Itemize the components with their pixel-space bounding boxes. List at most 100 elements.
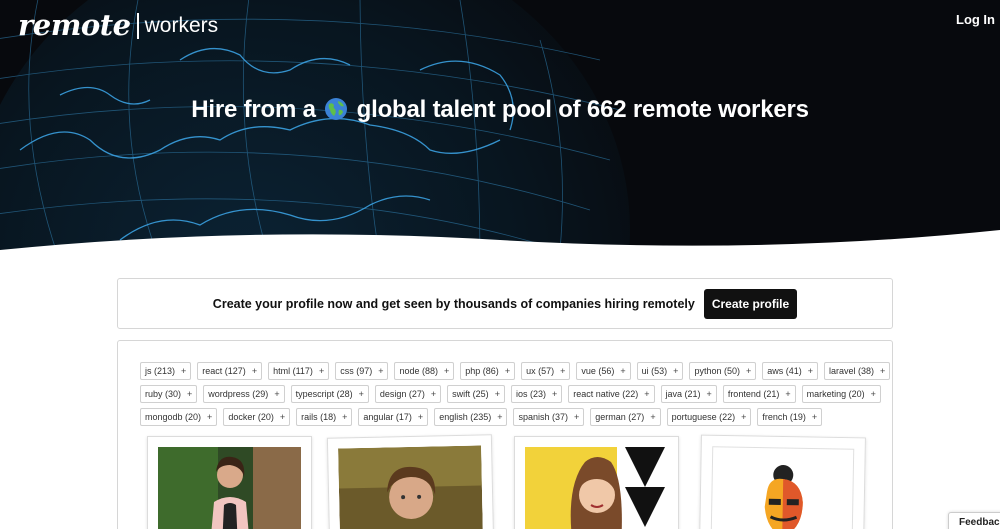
skill-tag[interactable]: react (127) + <box>197 362 263 380</box>
skill-tag[interactable]: mongodb (20) + <box>140 408 218 426</box>
skill-tag[interactable]: wordpress (29) + <box>203 385 285 403</box>
skill-tag[interactable]: typescript (28) + <box>290 385 369 403</box>
skill-tag-label: ios (23) <box>515 389 546 399</box>
tag-filter-list: js (213) + react (127) + html (117) + css (97)… <box>140 362 891 431</box>
skill-tag[interactable]: css (97) + <box>335 362 389 380</box>
skill-tag-label: php (86) <box>465 366 499 376</box>
add-tag-icon: + <box>358 389 364 399</box>
login-link[interactable]: Log In <box>956 12 995 27</box>
add-tag-icon: + <box>181 366 187 376</box>
tag-row: js (213) + react (127) + html (117) + css (97)… <box>140 362 891 380</box>
skill-tag[interactable]: marketing (20) + <box>801 385 881 403</box>
add-tag-icon: + <box>444 366 450 376</box>
skill-tag-label: docker (20) <box>228 412 274 422</box>
skill-tag[interactable]: vue (56) + <box>576 362 631 380</box>
skill-tag-label: html (117) <box>273 366 313 376</box>
add-tag-icon: + <box>497 412 503 422</box>
skill-tag[interactable]: portuguese (22) + <box>666 408 752 426</box>
logo-divider <box>136 13 139 39</box>
skill-tag[interactable]: java (21) + <box>660 385 717 403</box>
skill-tag-label: python (50) <box>694 366 740 376</box>
add-tag-icon: + <box>870 389 876 399</box>
logo-brand-text: remote <box>18 8 131 42</box>
skill-tag-label: ruby (30) <box>145 389 182 399</box>
skill-tag[interactable]: german (27) + <box>590 408 661 426</box>
skill-tag[interactable]: ui (53) + <box>636 362 684 380</box>
skill-tag-label: spanish (37) <box>518 412 569 422</box>
add-tag-icon: + <box>620 366 626 376</box>
worker-card[interactable] <box>326 434 495 529</box>
add-tag-icon: + <box>207 412 213 422</box>
skill-tag[interactable]: docker (20) + <box>223 408 291 426</box>
skill-tag-label: ui (53) <box>641 366 668 376</box>
skill-tag[interactable]: design (27) + <box>374 385 442 403</box>
add-tag-icon: + <box>650 412 656 422</box>
skill-tag[interactable]: ios (23) + <box>510 385 563 403</box>
skill-tag-label: english (235) <box>439 412 492 422</box>
skill-tag[interactable]: python (50) + <box>689 362 757 380</box>
worker-card[interactable] <box>514 436 679 529</box>
skill-tag-label: portuguese (22) <box>671 412 736 422</box>
skill-tag-label: angular (17) <box>363 412 412 422</box>
logo-suffix-text: workers <box>144 14 219 37</box>
worker-photo <box>338 445 484 529</box>
skill-tag-label: typescript (28) <box>295 389 353 399</box>
add-tag-icon: + <box>745 366 752 376</box>
skill-tag-label: aws (41) <box>767 366 802 376</box>
hero-title: Hire from a global talent pool of 662 re… <box>0 96 1000 124</box>
skill-tag[interactable]: frontend (21) + <box>722 385 796 403</box>
skill-tag-label: css (97) <box>340 366 373 376</box>
skill-tag[interactable]: french (19) + <box>757 408 823 426</box>
tag-row: ruby (30) + wordpress (29) + typescript (28)… <box>140 385 881 403</box>
skill-tag[interactable]: spanish (37) + <box>513 408 585 426</box>
skill-tag[interactable]: swift (25) + <box>447 385 505 403</box>
skill-tag[interactable]: ux (57) + <box>521 362 571 380</box>
skill-tag[interactable]: ruby (30) + <box>140 385 198 403</box>
skill-tag-label: laravel (38) <box>829 366 875 376</box>
add-tag-icon: + <box>706 389 712 399</box>
skill-tag[interactable]: aws (41) + <box>762 362 819 380</box>
worker-photo <box>525 447 668 529</box>
earth-globe-icon <box>325 98 348 120</box>
skill-tag[interactable]: node (88) + <box>394 362 455 380</box>
skill-tag-label: rails (18) <box>301 412 337 422</box>
add-tag-icon: + <box>574 412 580 422</box>
add-tag-icon: + <box>880 366 886 376</box>
worker-card[interactable] <box>699 434 866 529</box>
add-tag-icon: + <box>494 389 500 399</box>
skill-tag-label: design (27) <box>379 389 425 399</box>
add-tag-icon: + <box>378 366 384 376</box>
skill-tag[interactable]: rails (18) + <box>296 408 353 426</box>
site-logo[interactable]: remote workers <box>18 8 218 42</box>
hero-banner: remote workers Log In Hire from a global… <box>0 0 1000 262</box>
skill-tag-label: mongodb (20) <box>145 412 202 422</box>
skill-tag[interactable]: laravel (38) + <box>824 362 891 380</box>
add-tag-icon: + <box>251 366 258 376</box>
add-tag-icon: + <box>342 412 348 422</box>
add-tag-icon: + <box>741 412 747 422</box>
add-tag-icon: + <box>274 389 280 399</box>
add-tag-icon: + <box>673 366 679 376</box>
skill-tag[interactable]: js (213) + <box>140 362 192 380</box>
skill-tag-label: ux (57) <box>526 366 555 376</box>
create-profile-button[interactable]: Create profile <box>703 288 798 319</box>
add-tag-icon: + <box>785 389 791 399</box>
add-tag-icon: + <box>417 412 424 422</box>
skill-tag[interactable]: angular (17) + <box>358 408 429 426</box>
skill-tag[interactable]: html (117) + <box>268 362 330 380</box>
skill-tag[interactable]: php (86) + <box>460 362 516 380</box>
add-tag-icon: + <box>644 389 650 399</box>
create-profile-banner: Create your profile now and get seen by … <box>117 278 893 329</box>
feedback-tab[interactable]: Feedback <box>948 512 1000 529</box>
worker-card[interactable] <box>147 436 312 529</box>
skill-tag[interactable]: react native (22) + <box>568 385 655 403</box>
add-tag-icon: + <box>811 412 818 422</box>
skill-tag[interactable]: english (235) + <box>434 408 508 426</box>
add-tag-icon: + <box>279 412 286 422</box>
skill-tag-label: node (88) <box>399 366 439 376</box>
skill-tag-label: wordpress (29) <box>208 389 269 399</box>
add-tag-icon: + <box>187 389 193 399</box>
add-tag-icon: + <box>551 389 558 399</box>
skill-tag-label: react (127) <box>202 366 246 376</box>
skill-tag-label: marketing (20) <box>806 389 865 399</box>
